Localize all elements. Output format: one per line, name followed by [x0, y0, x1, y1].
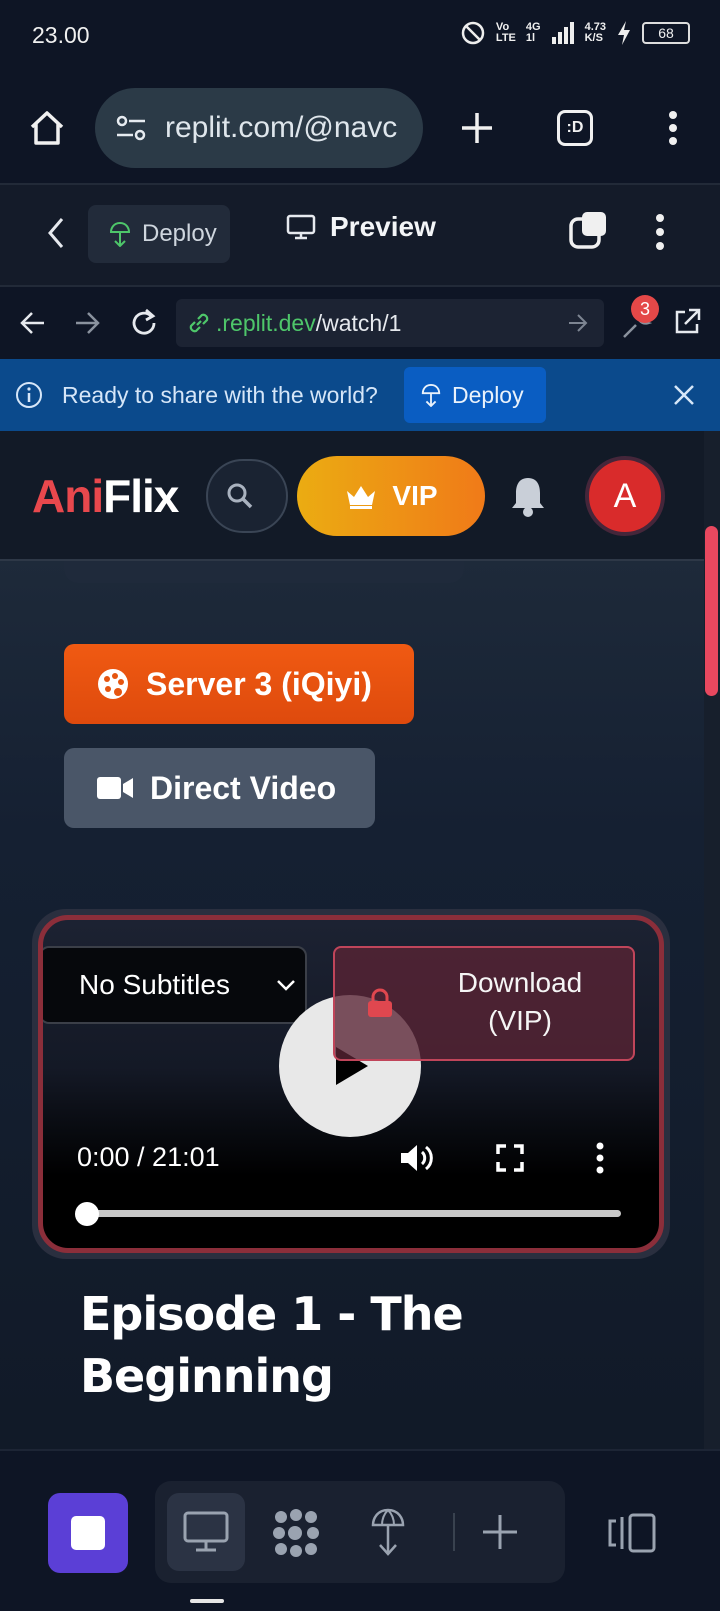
arrow-right-icon[interactable]	[74, 309, 102, 337]
previous-server-button[interactable]	[64, 561, 464, 583]
status-bar: 23.00 Vo LTE 4G 1l 4.73 K/S 68	[0, 0, 720, 75]
devtools-badge: 3	[631, 295, 659, 323]
site-settings-icon[interactable]	[115, 113, 147, 143]
home-indicator	[190, 1599, 224, 1603]
preview-tab-label: Preview	[330, 211, 436, 242]
home-icon[interactable]	[24, 105, 70, 151]
episode-title: Episode 1 - The Beginning	[80, 1287, 464, 1403]
browser-url-bar[interactable]: replit.com/@navc	[95, 88, 423, 168]
stop-icon	[71, 1516, 105, 1550]
deploy-banner: Ready to share with the world? Deploy	[0, 359, 720, 431]
tabs-icon[interactable]: :D	[552, 105, 598, 151]
browser-menu-icon[interactable]	[650, 105, 696, 151]
progress-bar[interactable]	[87, 1210, 621, 1217]
replit-more-icon[interactable]	[654, 213, 666, 251]
stop-button[interactable]	[48, 1493, 128, 1573]
fullscreen-icon[interactable]	[496, 1144, 524, 1172]
url-domain: .replit.dev	[216, 309, 316, 336]
preview-tab[interactable]: Preview	[286, 211, 436, 243]
banner-deploy-label: Deploy	[452, 381, 524, 408]
site-header: AniFlix VIP A	[0, 431, 704, 561]
webview-nav-bar: .replit.dev/watch/1 3	[0, 287, 720, 359]
direct-video-button[interactable]: Direct Video	[64, 748, 375, 828]
reload-icon[interactable]	[128, 307, 160, 339]
deploy-icon[interactable]	[369, 1507, 407, 1557]
new-tab-icon[interactable]	[454, 105, 500, 151]
palette-icon	[98, 669, 128, 699]
external-link-icon[interactable]	[672, 307, 702, 337]
download-label: Download (VIP)	[457, 967, 583, 1036]
network-gen-indicator: 4G 1l	[525, 21, 541, 44]
search-icon	[227, 483, 253, 509]
back-icon[interactable]	[44, 215, 68, 251]
user-avatar[interactable]: A	[585, 456, 665, 536]
go-icon[interactable]	[566, 311, 590, 335]
more-vertical-icon[interactable]	[595, 1142, 605, 1174]
download-vip-button[interactable]: Download (VIP)	[333, 946, 635, 1061]
direct-video-label: Direct Video	[150, 769, 337, 806]
charging-icon	[618, 21, 630, 45]
deploy-icon	[109, 221, 131, 247]
volume-icon[interactable]	[399, 1142, 433, 1174]
vip-button[interactable]: VIP	[297, 456, 485, 536]
link-icon	[189, 313, 209, 333]
video-player[interactable]: No Subtitles Download (VIP) 0:00 / 21:01	[38, 915, 664, 1253]
banner-message: Ready to share with the world?	[62, 381, 378, 408]
time-display: 0:00 / 21:01	[77, 1142, 220, 1172]
browser-url-text: replit.com/@navc	[165, 111, 398, 144]
subtitle-select[interactable]: No Subtitles	[43, 946, 307, 1024]
battery-icon: 68	[642, 22, 690, 44]
video-camera-icon	[97, 777, 133, 799]
network-speed: 4.73 K/S	[584, 21, 606, 44]
status-time: 23.00	[32, 22, 90, 48]
replit-bottom-bar	[0, 1449, 720, 1611]
monitor-icon	[286, 214, 316, 240]
agent-icon[interactable]	[271, 1509, 321, 1557]
deploy-icon	[421, 383, 441, 407]
dnd-icon	[461, 21, 485, 45]
progress-knob[interactable]	[75, 1202, 99, 1226]
preview-icon	[183, 1511, 229, 1552]
signal-icon	[551, 22, 574, 44]
volte-indicator: Vo LTE	[495, 21, 516, 44]
search-button[interactable]	[206, 459, 288, 533]
tool-group	[155, 1481, 565, 1583]
banner-deploy-button[interactable]: Deploy	[404, 367, 546, 423]
replit-toolbar: Deploy Preview	[0, 185, 720, 287]
close-icon[interactable]	[672, 383, 696, 407]
deploy-tab-label: Deploy	[142, 220, 217, 247]
arrow-left-icon[interactable]	[18, 309, 46, 337]
vip-label: VIP	[392, 480, 438, 511]
info-icon	[16, 382, 42, 408]
status-icons: Vo LTE 4G 1l 4.73 K/S 68	[460, 20, 690, 46]
subtitle-selected: No Subtitles	[79, 969, 230, 1000]
deploy-tab[interactable]: Deploy	[88, 205, 230, 263]
lock-icon	[368, 988, 392, 1017]
new-window-icon[interactable]	[568, 209, 610, 251]
url-path: /watch/1	[315, 309, 402, 336]
webview-url-field[interactable]: .replit.dev/watch/1	[176, 299, 604, 347]
aniflix-logo[interactable]: AniFlix	[32, 469, 179, 523]
crown-icon	[347, 486, 376, 509]
server-3-button[interactable]: Server 3 (iQiyi)	[64, 644, 414, 724]
plus-icon[interactable]	[481, 1513, 519, 1551]
aniflix-webpage: AniFlix VIP A Server 3 (iQiyi) Direct Vi…	[0, 431, 720, 1449]
chevron-down-icon	[277, 980, 295, 991]
scrollbar-thumb[interactable]	[705, 526, 718, 696]
server-3-label: Server 3 (iQiyi)	[146, 665, 372, 702]
panel-toggle-icon[interactable]	[608, 1513, 656, 1553]
bell-icon[interactable]	[508, 474, 548, 518]
browser-toolbar: replit.com/@navc :D	[0, 75, 720, 185]
tool-divider	[453, 1513, 455, 1551]
